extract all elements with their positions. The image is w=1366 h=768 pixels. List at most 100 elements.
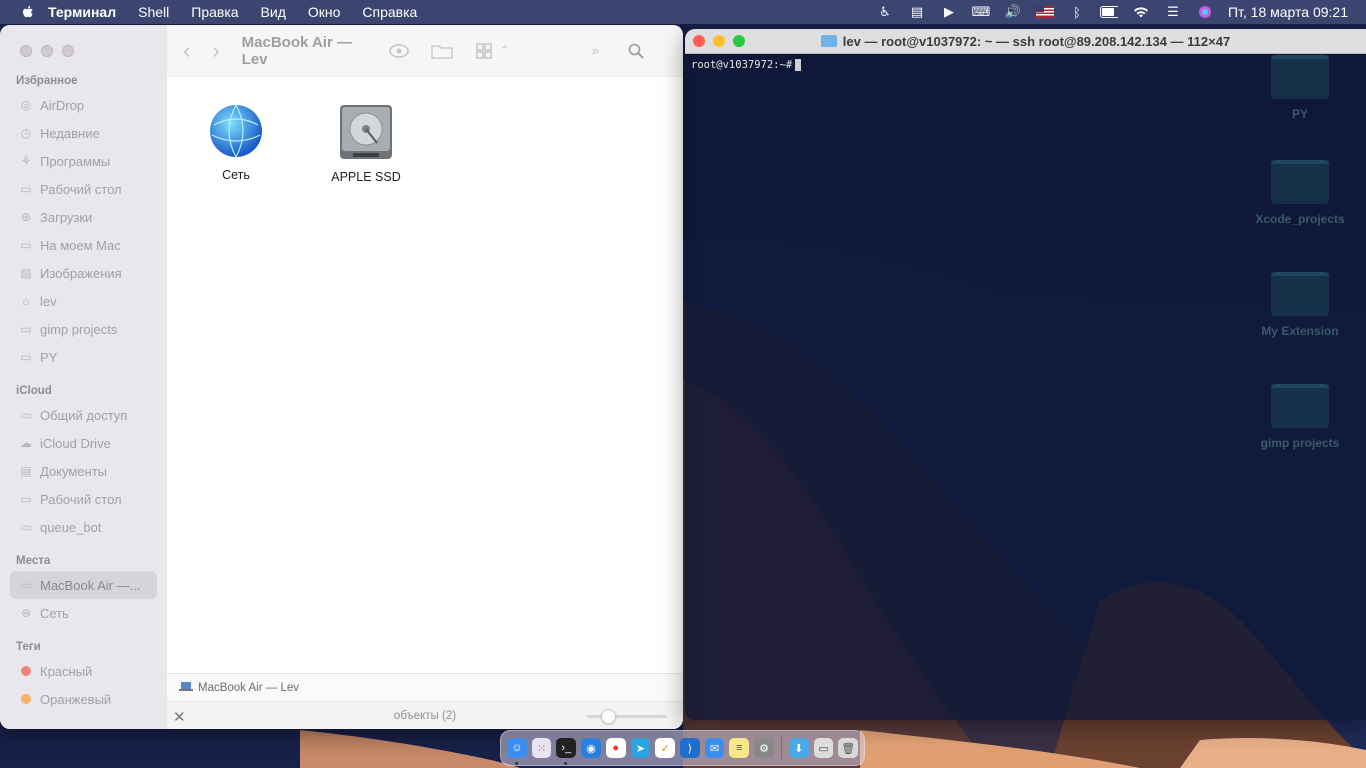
terminal-prompt: root@v1037972:~# [691, 59, 793, 71]
sidebar-item[interactable]: ▭ gimp projects [0, 315, 167, 343]
file-network[interactable]: Сеть [181, 103, 291, 182]
close-button[interactable] [20, 45, 32, 57]
sidebar-item[interactable]: ▨ Изображения [0, 259, 167, 287]
more-chevron-icon[interactable]: » [586, 40, 604, 62]
path-bar-label[interactable]: MacBook Air — Lev [198, 682, 299, 694]
desktop-icon-xcode-projects[interactable]: Xcode_projects [1240, 160, 1360, 226]
sidebar-tag-item[interactable]: Оранжевый [0, 685, 167, 713]
desktop-icon-py[interactable]: PY [1240, 55, 1360, 121]
desktop-icon-gimp-projects[interactable]: gimp projects [1240, 384, 1360, 450]
icon-size-slider[interactable] [587, 709, 667, 724]
sidebar-item[interactable]: ▭ MacBook Air —... [10, 571, 157, 599]
search-icon[interactable] [627, 40, 645, 62]
sidebar-item[interactable]: ⚘ Программы [0, 147, 167, 175]
sidebar-item[interactable]: ▭ На моем Mac [0, 231, 167, 259]
reminders-dock-icon[interactable]: ✓ [655, 738, 676, 758]
zoom-button[interactable] [733, 35, 745, 47]
airdrop-icon: ◎ [20, 98, 32, 112]
network-globe-icon [210, 104, 262, 158]
file-apple-ssd[interactable]: APPLE SSD [311, 103, 421, 184]
desktop-icon: ▭ [20, 492, 32, 506]
terminal-dock-icon[interactable]: ›_ [556, 738, 577, 765]
sidebar-item[interactable]: ⊕ Загрузки [0, 203, 167, 231]
menu-help[interactable]: Справка [362, 4, 417, 20]
folder-icon [1271, 160, 1329, 204]
sidebar-item[interactable]: ▭ Рабочий стол [0, 175, 167, 203]
trash-dock-icon[interactable]: 🗑 [838, 738, 859, 758]
chrome-dock-icon[interactable]: ● [605, 738, 626, 758]
vscode-dock-icon[interactable]: ⟩ [680, 738, 700, 758]
dock-separator [780, 736, 782, 760]
bluetooth-icon[interactable]: ᛒ [1068, 4, 1086, 20]
sidebar-item[interactable]: ▤ Документы [0, 457, 167, 485]
menu-edit[interactable]: Правка [191, 4, 238, 20]
preview-dock-icon[interactable]: ▭ [813, 738, 834, 758]
slider-knob[interactable] [601, 709, 616, 724]
close-icon[interactable]: ✕ [173, 708, 186, 726]
finder-dock-icon[interactable]: ☺ [507, 738, 527, 765]
sidebar-item[interactable]: ◎ AirDrop [0, 91, 167, 119]
home-icon: ⌂ [22, 294, 30, 308]
play-icon[interactable]: ▶ [940, 4, 958, 20]
desktop-icon-my-extension[interactable]: My Extension [1240, 272, 1360, 338]
finder-window-controls [0, 37, 167, 65]
new-folder-icon[interactable] [431, 40, 453, 62]
telegram-dock-icon[interactable]: ➤ [630, 738, 651, 758]
clipboard-icon[interactable]: ▤ [908, 4, 926, 20]
accessibility-icon[interactable]: ♿ [876, 4, 894, 20]
flag-us-icon[interactable] [1035, 4, 1054, 20]
sidebar-item[interactable]: ▭ Общий доступ [0, 401, 167, 429]
forward-button[interactable]: › [212, 38, 219, 64]
minimize-button[interactable] [41, 45, 53, 57]
sidebar-item[interactable]: ⊛ Сеть [0, 599, 167, 627]
menu-window[interactable]: Окно [308, 4, 341, 20]
folder-icon: ▭ [20, 238, 32, 252]
sidebar-item-label: iCloud Drive [40, 435, 111, 451]
sidebar-item[interactable]: ▭ PY [0, 343, 167, 371]
image-icon: ▨ [20, 266, 32, 280]
wifi-icon[interactable] [1132, 4, 1150, 20]
safari-dock-icon[interactable]: ◉ [581, 738, 601, 758]
quick-look-icon[interactable] [389, 40, 409, 62]
status-text: объекты (2) [393, 709, 457, 722]
laptop-icon [179, 681, 193, 694]
menu-app-name[interactable]: Терминал [48, 4, 116, 20]
sidebar-item[interactable]: ◷ Недавние [0, 119, 167, 147]
sidebar-item[interactable]: ⌂ lev [0, 287, 167, 315]
siri-icon[interactable] [1196, 4, 1214, 20]
file-label: Сеть [222, 168, 250, 182]
menu-view[interactable]: Вид [261, 4, 286, 20]
sidebar-item-label: gimp projects [40, 321, 118, 337]
notes-dock-icon[interactable]: ≡ [729, 738, 750, 758]
folder-icon [1271, 55, 1329, 99]
view-grid-icon[interactable] [475, 40, 493, 62]
desktop-icon: ▭ [20, 182, 32, 196]
terminal-title: lev — root@v1037972: ~ — ssh root@89.208… [842, 33, 1231, 49]
battery-icon[interactable] [1099, 4, 1118, 20]
volume-icon[interactable]: 🔊 [1004, 4, 1022, 20]
view-options-chevron-icon[interactable]: ⌃ [496, 40, 514, 62]
menu-clock[interactable]: Пт, 18 марта 09:21 [1228, 4, 1348, 20]
apple-menu-icon[interactable] [20, 4, 36, 20]
finder-window: Избранное ◎ AirDrop ◷ Недавние ⚘ Программы ▭ Ра… [0, 25, 683, 729]
mail-dock-icon[interactable]: ✉ [704, 738, 725, 758]
menu-shell[interactable]: Shell [138, 4, 169, 20]
keyboard-icon[interactable]: ⌨ [972, 4, 991, 20]
back-button[interactable]: ‹ [183, 38, 190, 64]
sidebar-tag-item[interactable]: Красный [0, 657, 167, 685]
sidebar-item[interactable]: ▭ queue_bot [0, 513, 167, 541]
close-button[interactable] [693, 35, 705, 47]
sidebar-header-icloud: iCloud [16, 385, 52, 397]
folder-icon [1271, 272, 1329, 316]
sidebar-item[interactable]: ☁ iCloud Drive [0, 429, 167, 457]
downloads-dock-icon[interactable]: ⬇ [788, 738, 809, 758]
control-center-icon[interactable]: ☰ [1164, 4, 1182, 20]
dock: ☺ ⁙ ›_ ◉ ● ➤ ✓ ⟩ ✉ ≡ ⚙ ⬇ ▭ 🗑 [500, 730, 865, 766]
sidebar-item[interactable]: ▭ Рабочий стол [0, 485, 167, 513]
folder-icon [820, 35, 837, 47]
system-preferences-dock-icon[interactable]: ⚙ [754, 738, 774, 758]
folder-icon: ▭ [20, 350, 32, 364]
launchpad-dock-icon[interactable]: ⁙ [531, 738, 552, 758]
minimize-button[interactable] [713, 35, 725, 47]
zoom-button[interactable] [62, 45, 74, 57]
